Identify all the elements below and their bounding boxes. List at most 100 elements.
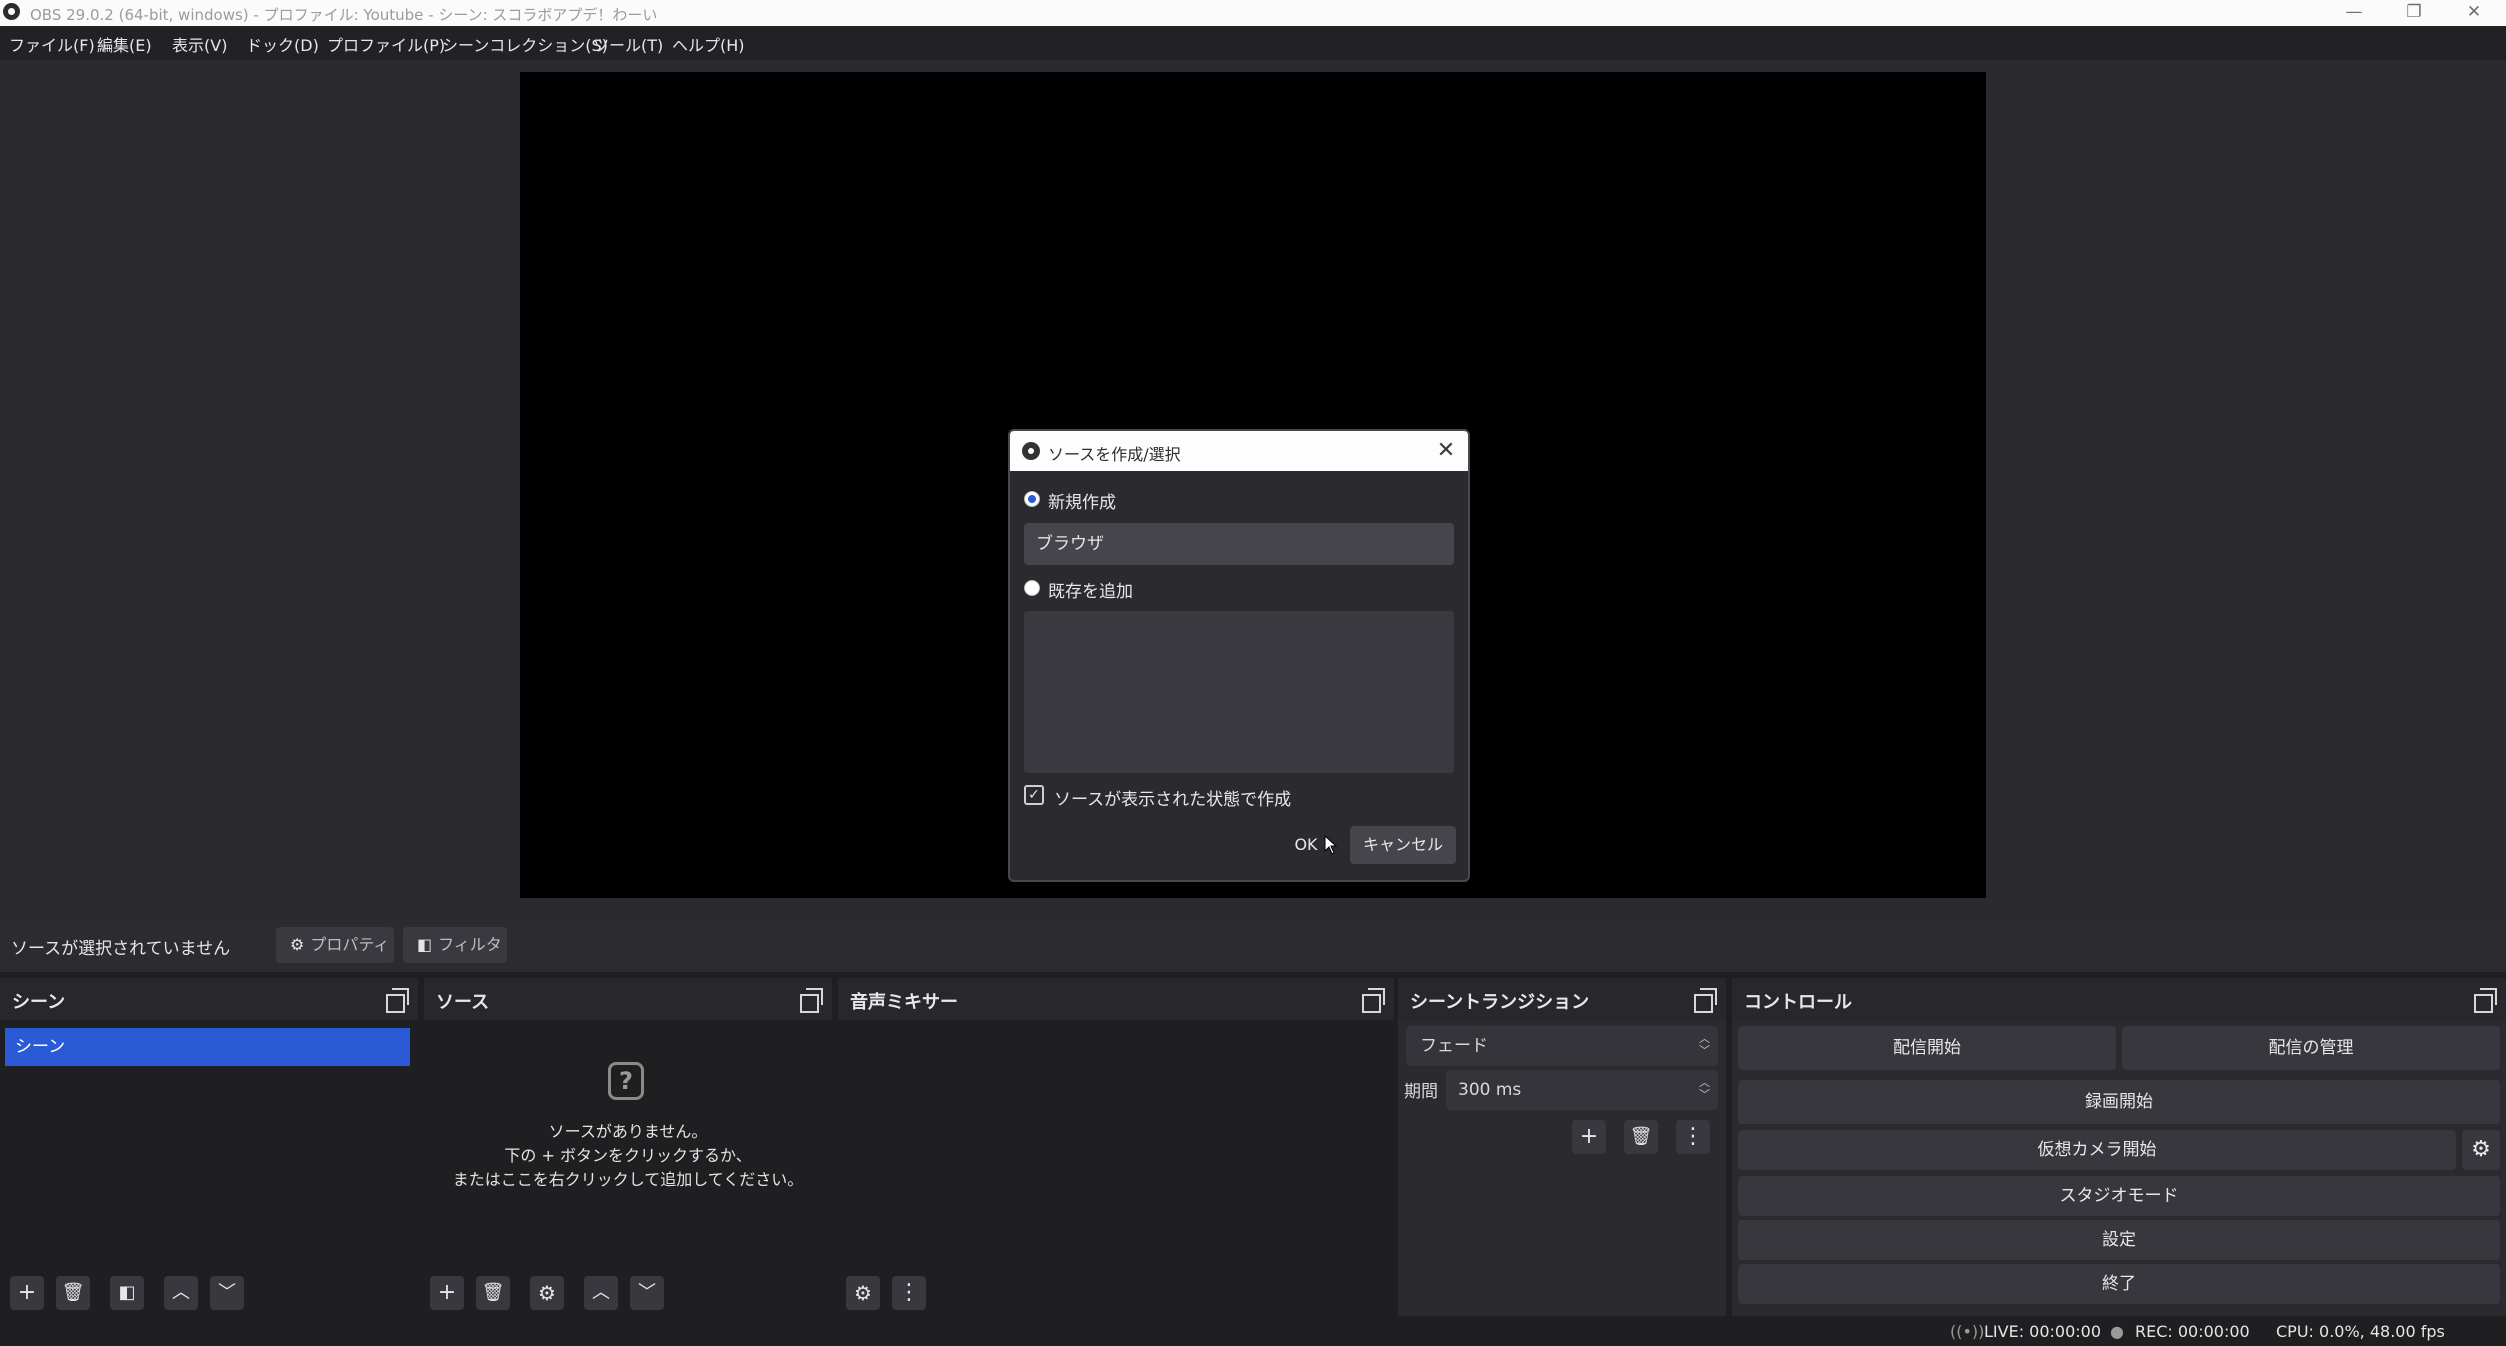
undock-icon[interactable] [1362, 988, 1385, 1013]
transition-select-value: フェード [1420, 1036, 1488, 1056]
transition-properties-button[interactable]: ⋮ [1676, 1120, 1710, 1154]
move-source-down-button[interactable]: ﹀ [630, 1276, 664, 1310]
scene-filters-button[interactable]: ◧ [110, 1276, 144, 1310]
scenes-dock-header: シーン [0, 978, 418, 1020]
empty-sources-line-1: ソースがありません。 [548, 1122, 708, 1141]
close-icon[interactable]: ✕ [1432, 437, 1460, 465]
existing-sources-list[interactable] [1024, 611, 1454, 773]
rec-time: REC: 00:00:00 [2135, 1322, 2250, 1341]
sources-dock-header: ソース [424, 978, 832, 1020]
start-recording-button[interactable]: 録画開始 [1738, 1080, 2500, 1124]
scene-transitions-body: フェード ︿ ﹀ 期間 300 ms ︿ ﹀ + 🗑 ⋮ [1398, 1020, 1726, 1316]
source-properties-button[interactable]: ⚙ [530, 1276, 564, 1310]
sources-dock: ソース ? ソースがありません。 下の + ボタンをクリックするか、 またはここ… [424, 978, 832, 1316]
move-scene-up-button[interactable]: ︿ [164, 1276, 198, 1310]
studio-mode-button[interactable]: スタジオモード [1738, 1176, 2500, 1216]
close-window-button[interactable]: ✕ [2446, 0, 2502, 26]
move-source-up-button[interactable]: ︿ [584, 1276, 618, 1310]
visible-checkbox[interactable]: ✓ [1024, 785, 1044, 805]
audio-mixer-dock-title: 音声ミキサー [850, 992, 958, 1013]
ok-button[interactable]: OK [1282, 826, 1330, 864]
rec-icon: ● [2110, 1322, 2124, 1341]
duration-value: 300 ms [1458, 1080, 1522, 1100]
empty-sources-line-2: 下の + ボタンをクリックするか、 [504, 1146, 752, 1165]
minimize-button[interactable]: — [2326, 0, 2382, 26]
restore-button[interactable]: ❐ [2386, 0, 2442, 26]
scenes-dock: シーン シーン + 🗑 ◧ ︿ ﹀ [0, 978, 418, 1316]
window-title: OBS 29.0.2 (64-bit, windows) - プロファイル: Y… [30, 6, 658, 24]
create-new-label: 新規作成 [1048, 493, 1116, 513]
menu-profile[interactable]: プロファイル(P) [327, 32, 445, 56]
audio-mixer-toolbar: ⚙ ⋮ [838, 1272, 1394, 1316]
properties-button[interactable]: ⚙ プロパティ [276, 927, 394, 963]
move-scene-down-button[interactable]: ﹀ [210, 1276, 244, 1310]
obs-logo-icon [3, 3, 20, 20]
menu-view[interactable]: 表示(V) [172, 32, 227, 56]
live-signal-icon: ((•)) [1950, 1322, 1985, 1341]
no-source-selected-text: ソースが選択されていません [11, 939, 231, 959]
menu-file[interactable]: ファイル(F) [9, 32, 95, 56]
add-source-button[interactable]: + [430, 1276, 464, 1310]
manage-broadcast-button[interactable]: 配信の管理 [2122, 1026, 2500, 1070]
add-transition-button[interactable]: + [1572, 1120, 1606, 1154]
menu-tools[interactable]: ツール(T) [593, 32, 663, 56]
status-bar: ((•)) LIVE: 00:00:00 ● REC: 00:00:00 CPU… [0, 1318, 2506, 1346]
filters-label: フィルタ [438, 935, 502, 954]
source-name-input[interactable]: ブラウザ [1024, 523, 1454, 565]
cancel-button[interactable]: キャンセル [1350, 826, 1456, 864]
controls-body: 配信開始 配信の管理 録画開始 仮想カメラ開始 ⚙ スタジオモード 設定 終了 [1732, 1020, 2506, 1316]
dialog-title: ソースを作成/選択 [1048, 445, 1181, 464]
empty-sources-line-3: またはここを右クリックして追加してください。 [452, 1170, 804, 1189]
remove-source-button[interactable]: 🗑 [476, 1276, 510, 1310]
obs-logo-icon [1022, 442, 1040, 460]
live-time: LIVE: 00:00:00 [1984, 1322, 2102, 1341]
undock-icon[interactable] [2474, 988, 2497, 1013]
create-select-source-dialog: ソースを作成/選択 ✕ 新規作成 ブラウザ 既存を追加 ✓ ソースが表示された状… [1008, 429, 1470, 882]
scene-transitions-dock-title: シーントランジション [1410, 992, 1590, 1013]
audio-mixer-dock: 音声ミキサー ⚙ ⋮ [838, 978, 1394, 1316]
exit-button[interactable]: 終了 [1738, 1264, 2500, 1304]
undock-icon[interactable] [386, 988, 409, 1013]
add-existing-label: 既存を追加 [1048, 582, 1133, 602]
menu-scene-collection[interactable]: シーンコレクション(S) [442, 32, 608, 56]
duration-spinbox[interactable]: 300 ms ︿ ﹀ [1446, 1070, 1718, 1110]
add-existing-radio[interactable] [1024, 580, 1040, 596]
scene-transitions-dock: シーントランジション フェード ︿ ﹀ 期間 300 ms ︿ ﹀ + 🗑 ⋮ [1398, 978, 1726, 1316]
sources-dock-title: ソース [436, 992, 490, 1013]
virtual-camera-settings-button[interactable]: ⚙ [2462, 1130, 2500, 1170]
gear-icon: ⚙ [290, 935, 305, 954]
mouse-cursor-icon [1324, 835, 1338, 855]
scenes-dock-title: シーン [12, 992, 66, 1013]
undock-icon[interactable] [800, 988, 823, 1013]
remove-scene-button[interactable]: 🗑 [56, 1276, 90, 1310]
controls-dock: コントロール 配信開始 配信の管理 録画開始 仮想カメラ開始 ⚙ スタジオモード… [1732, 978, 2506, 1316]
mixer-menu-button[interactable]: ⋮ [892, 1276, 926, 1310]
source-toolbar: ソースが選択されていません ⚙ プロパティ ◧ フィルタ [0, 918, 2506, 972]
properties-label: プロパティ [310, 935, 390, 954]
dialog-titlebar: ソースを作成/選択 ✕ [1010, 431, 1468, 471]
create-new-radio[interactable] [1024, 491, 1040, 507]
duration-label: 期間 [1404, 1082, 1438, 1102]
advanced-audio-properties-button[interactable]: ⚙ [846, 1276, 880, 1310]
start-virtual-camera-button[interactable]: 仮想カメラ開始 [1738, 1130, 2456, 1170]
visible-checkbox-label: ソースが表示された状態で作成 [1054, 790, 1292, 810]
sources-toolbar: + 🗑 ⚙ ︿ ﹀ [424, 1272, 832, 1316]
start-streaming-button[interactable]: 配信開始 [1738, 1026, 2116, 1070]
scene-list-item[interactable]: シーン [5, 1028, 410, 1066]
menu-help[interactable]: ヘルプ(H) [672, 32, 745, 56]
settings-button[interactable]: 設定 [1738, 1220, 2500, 1260]
scene-transitions-dock-header: シーントランジション [1398, 978, 1726, 1020]
controls-dock-title: コントロール [1744, 992, 1852, 1013]
remove-transition-button[interactable]: 🗑 [1624, 1120, 1658, 1154]
cpu-fps: CPU: 0.0%, 48.00 fps [2276, 1322, 2445, 1341]
undock-icon[interactable] [1694, 988, 1717, 1013]
filters-button[interactable]: ◧ フィルタ [403, 927, 507, 963]
add-scene-button[interactable]: + [10, 1276, 44, 1310]
menu-docks[interactable]: ドック(D) [246, 32, 319, 56]
menu-edit[interactable]: 編集(E) [97, 32, 152, 56]
audio-mixer-dock-header: 音声ミキサー [838, 978, 1394, 1020]
controls-dock-header: コントロール [1732, 978, 2506, 1020]
title-bar: OBS 29.0.2 (64-bit, windows) - プロファイル: Y… [0, 0, 2506, 26]
transition-select[interactable]: フェード ︿ ﹀ [1406, 1026, 1718, 1066]
updown-icon[interactable]: ︿ ﹀ [1699, 1077, 1710, 1101]
